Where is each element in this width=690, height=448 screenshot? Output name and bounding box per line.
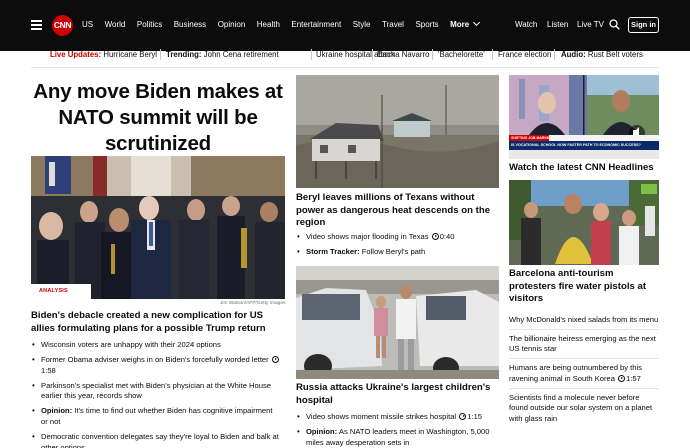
list-item[interactable]: Former Obama adviser weighs in on Biden'… — [31, 355, 281, 376]
headlines-video-player[interactable]: SHIFTING JOB MARKET IS VOCATIONAL SCHOOL… — [509, 75, 659, 159]
trending-divider — [554, 49, 555, 60]
trending-label: Trending: — [166, 50, 202, 59]
list-item[interactable]: Storm Tracker: Follow Beryl's path — [296, 247, 499, 258]
bullet-text: It's time to find out whether Biden has … — [41, 406, 273, 427]
list-item[interactable]: Why McDonald's nixed salads from its men… — [509, 315, 659, 330]
trending-divider — [432, 49, 433, 60]
beryl-bullet-list: Video shows major flooding in Texas 0:40… — [296, 232, 499, 262]
bullet-prefix: Opinion: — [306, 427, 338, 437]
list-item[interactable]: Democratic convention delegates say they… — [31, 432, 281, 448]
bullet-text: Video shows moment missile strikes hospi… — [306, 412, 457, 421]
trending-item[interactable]: John Cena retirement — [204, 50, 279, 59]
lead-headline[interactable]: Any move Biden makes at NATO summit will… — [31, 79, 285, 157]
video-duration: 0:40 — [439, 232, 455, 241]
trending-audio[interactable]: Audio: Rust Belt voters — [561, 50, 643, 60]
video-duration: 1:15 — [467, 412, 483, 421]
nav-link-travel[interactable]: Travel — [382, 19, 404, 31]
cnn-logo[interactable]: CNN — [52, 15, 73, 36]
play-icon — [618, 374, 626, 382]
list-item[interactable]: Wisconsin voters are unhappy with their … — [31, 340, 281, 351]
play-icon — [431, 233, 439, 240]
nav-live-tv[interactable]: Live TV — [577, 19, 604, 31]
side-story-text: Why McDonald's nixed salads from its men… — [509, 315, 659, 324]
nav-link-business[interactable]: Business — [174, 19, 206, 31]
nav-watch[interactable]: Watch — [515, 19, 537, 31]
side-story-text: Scientists find a molecule never before … — [509, 392, 653, 423]
trending-divider — [160, 49, 161, 60]
flood-image — [296, 75, 499, 188]
video-duration: 1:58 — [41, 365, 56, 375]
nav-listen[interactable]: Listen — [547, 19, 568, 31]
nav-link-world[interactable]: World — [105, 19, 126, 31]
photo-credit: Jim Watson/AFP/Getty Images — [220, 301, 286, 306]
ticker-text: IS VOCATIONAL SCHOOL NOW FASTER PATH TO … — [511, 143, 641, 147]
bullet-text: Follow Beryl's path — [361, 247, 426, 257]
lead-bullet-list: Wisconsin voters are unhappy with their … — [31, 340, 281, 448]
barcelona-story-title[interactable]: Barcelona anti-tourism protesters fire w… — [509, 268, 659, 306]
lead-photo[interactable] — [31, 156, 285, 299]
bullet-prefix: Storm Tracker: — [306, 247, 360, 257]
ukraine-image — [296, 266, 499, 379]
analysis-badge: ANALYSIS — [39, 288, 68, 294]
list-item[interactable]: Scientists find a molecule never before … — [509, 393, 659, 428]
search-icon[interactable] — [609, 19, 620, 30]
trending-section: Trending: John Cena retirement — [166, 50, 279, 60]
nav-link-style[interactable]: Style — [353, 19, 371, 31]
lead-story-title[interactable]: Biden's debacle created a new complicati… — [31, 310, 285, 335]
beryl-story-title[interactable]: Beryl leaves millions of Texans without … — [296, 192, 499, 230]
live-updates-label: Live Updates: — [50, 50, 102, 59]
play-icon — [459, 413, 467, 420]
trending-item[interactable]: Emma Navarro — [377, 50, 429, 60]
headlines-video-title[interactable]: Watch the latest CNN Headlines — [509, 162, 669, 175]
live-updates-item: Hurricane Beryl — [103, 50, 158, 59]
divider — [31, 67, 659, 68]
list-item[interactable]: Video shows moment missile strikes hospi… — [296, 412, 499, 423]
trending-divider — [311, 49, 312, 60]
bullet-text: Parkinson's specialist met with Biden's … — [41, 380, 271, 401]
list-item[interactable]: Opinion: As NATO leaders meet in Washing… — [296, 427, 499, 448]
section-nav: US World Politics Business Opinion Healt… — [82, 18, 491, 31]
ukraine-bullet-list: Video shows moment missile strikes hospi… — [296, 412, 499, 448]
bullet-text: Wisconsin voters are unhappy with their … — [41, 340, 221, 349]
list-item[interactable]: Video shows major flooding in Texas 0:40 — [296, 232, 499, 243]
nav-more-label: More — [450, 20, 470, 29]
bullet-prefix: Opinion: — [41, 406, 73, 416]
trending-divider — [492, 49, 493, 60]
bullet-text: Democratic convention delegates say they… — [41, 432, 279, 448]
bullet-text: Former Obama adviser weighs in on Biden'… — [41, 355, 269, 365]
bullet-text: Video shows major flooding in Texas — [306, 232, 429, 241]
trending-item[interactable]: 'Bachelorette' — [438, 50, 485, 60]
trending-item[interactable]: France election — [498, 50, 551, 60]
barcelona-photo[interactable] — [509, 180, 659, 265]
trending-divider — [372, 49, 373, 60]
nav-link-health[interactable]: Health — [257, 19, 280, 31]
nav-link-politics[interactable]: Politics — [137, 19, 162, 31]
play-icon — [271, 356, 279, 364]
list-item[interactable]: Opinion: It's time to find out whether B… — [31, 406, 281, 427]
nav-link-sports[interactable]: Sports — [415, 19, 438, 31]
list-item[interactable]: Parkinson's specialist met with Biden's … — [31, 381, 281, 402]
audio-item: Rust Belt voters — [587, 50, 643, 59]
nav-link-entertainment[interactable]: Entertainment — [291, 19, 341, 31]
video-duration: 1:57 — [626, 373, 641, 383]
list-item[interactable]: The billionaire heiress emerging as the … — [509, 333, 659, 360]
trending-live[interactable]: Live Updates: Hurricane Beryl — [50, 50, 157, 60]
barcelona-image — [509, 180, 659, 265]
top-nav: CNN US World Politics Business Opinion H… — [0, 0, 690, 51]
side-story-list: Why McDonald's nixed salads from its men… — [509, 315, 659, 432]
list-item[interactable]: Humans are being outnumbered by this rav… — [509, 363, 659, 389]
nav-link-us[interactable]: US — [82, 19, 93, 31]
ukraine-story-title[interactable]: Russia attacks Ukraine's largest childre… — [296, 382, 499, 407]
nav-more-button[interactable]: More — [450, 18, 481, 31]
nav-link-opinion[interactable]: Opinion — [218, 19, 246, 31]
biden-nato-photo — [31, 156, 285, 299]
audio-label: Audio: — [561, 50, 586, 59]
ukraine-photo[interactable] — [296, 266, 499, 379]
side-story-text: The billionaire heiress emerging as the … — [509, 333, 656, 354]
sign-in-button[interactable]: Sign in — [628, 17, 659, 33]
menu-icon[interactable] — [31, 20, 42, 30]
flood-photo[interactable] — [296, 75, 499, 188]
chevron-down-icon — [473, 18, 481, 27]
